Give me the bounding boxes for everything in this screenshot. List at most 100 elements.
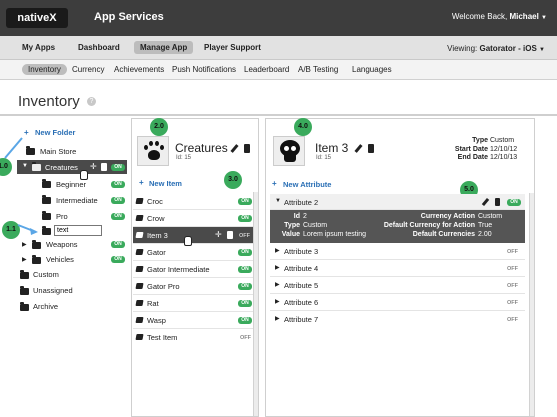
status-badge[interactable]: OFF [507, 266, 518, 272]
list-item-gator-intermediate[interactable]: Gator Intermediate ON [133, 261, 253, 278]
chevron-down-icon: ▼ [541, 15, 547, 21]
plus-icon: + [139, 178, 144, 187]
status-badge[interactable]: ON [111, 181, 125, 188]
trash-icon[interactable] [368, 144, 374, 153]
cursor-hand-icon [80, 170, 88, 180]
move-icon[interactable]: ✛ [215, 230, 222, 239]
tree-item-archive[interactable]: Archive [33, 302, 58, 311]
expand-icon[interactable]: ▶ [22, 241, 27, 248]
start-date-value: 12/10/12 [489, 145, 518, 153]
app-selector[interactable]: Viewing: Gatorator - iOS ▼ [447, 44, 545, 53]
status-badge[interactable]: ON [238, 283, 252, 290]
items-scrollbar[interactable] [253, 192, 258, 416]
tab-achievements[interactable]: Achievements [108, 64, 170, 75]
item-label: Gator [147, 248, 166, 257]
expand-icon[interactable]: ▶ [275, 281, 280, 288]
attr-value-key: Value [281, 231, 300, 238]
default-currency-value: True [478, 222, 493, 229]
status-badge[interactable]: ON [507, 199, 521, 206]
nav-player-support[interactable]: Player Support [198, 41, 267, 54]
nav-my-apps[interactable]: My Apps [16, 41, 61, 54]
status-badge[interactable]: OFF [239, 233, 250, 239]
list-item-item-3[interactable]: Item 3 ✛ OFF [133, 227, 253, 244]
tab-languages[interactable]: Languages [346, 64, 398, 75]
tag-icon [135, 334, 144, 340]
collapse-icon[interactable]: ▼ [275, 198, 281, 204]
nav-manage-app[interactable]: Manage App [134, 41, 194, 54]
tab-inventory[interactable]: Inventory [22, 64, 67, 75]
tree-item-vehicles[interactable]: Vehicles [46, 255, 74, 264]
status-badge[interactable]: ON [238, 198, 252, 205]
status-badge[interactable]: ON [111, 256, 125, 263]
status-badge[interactable]: ON [111, 197, 125, 204]
callout-badge-3-0: 3.0 [224, 171, 242, 189]
attribute-row-2[interactable]: ▼ Attribute 2 ON [270, 194, 525, 210]
status-badge[interactable]: ON [238, 317, 252, 324]
help-icon[interactable]: ? [87, 97, 96, 106]
detail-scrollbar[interactable] [529, 193, 534, 416]
trash-icon[interactable] [101, 163, 107, 171]
nav-dashboard[interactable]: Dashboard [72, 41, 126, 54]
expand-icon[interactable]: ▶ [275, 298, 280, 305]
list-item-test-item[interactable]: Test Item OFF [133, 329, 253, 346]
folder-icon [20, 270, 29, 279]
trash-icon[interactable] [244, 144, 250, 153]
status-badge[interactable]: ON [238, 266, 252, 273]
new-folder-input[interactable] [54, 225, 102, 236]
attribute-row-5[interactable]: ▶ Attribute 5 OFF [270, 277, 525, 294]
attribute-row-6[interactable]: ▶ Attribute 6 OFF [270, 294, 525, 311]
secondary-nav: Inventory Currency Achievements Push Not… [0, 60, 557, 80]
expand-icon[interactable]: ▶ [275, 247, 280, 254]
attribute-row-7[interactable]: ▶ Attribute 7 OFF [270, 311, 525, 328]
welcome-message[interactable]: Welcome Back, Michael ▼ [452, 12, 547, 21]
item-label: Crow [147, 214, 165, 223]
trash-icon[interactable] [227, 231, 233, 239]
status-badge[interactable]: ON [238, 300, 252, 307]
attr-value-value: Lorem ipsum testing [303, 231, 367, 238]
trash-icon[interactable] [495, 198, 500, 206]
list-item-gator[interactable]: Gator ON [133, 244, 253, 261]
tab-ab-testing[interactable]: A/B Testing [292, 64, 344, 75]
new-attribute-link[interactable]: New Attribute [283, 180, 331, 189]
new-item-link[interactable]: New Item [149, 179, 182, 188]
end-date-value: 12/10/13 [489, 154, 518, 161]
status-badge[interactable]: ON [238, 215, 252, 222]
tag-icon [135, 215, 144, 221]
status-badge[interactable]: ON [111, 241, 125, 248]
tab-push-notifications[interactable]: Push Notifications [166, 64, 242, 75]
nativex-logo[interactable]: nativeX [6, 8, 68, 28]
status-badge[interactable]: OFF [507, 249, 518, 255]
paw-icon [137, 136, 169, 166]
expand-icon[interactable]: ▶ [22, 256, 27, 263]
attr-id-key: Id [293, 213, 300, 220]
tree-item-pro[interactable]: Pro [56, 212, 68, 221]
default-currencies-key: Default Currencies [412, 231, 475, 238]
status-badge[interactable]: OFF [507, 283, 518, 289]
edit-icon[interactable] [481, 197, 490, 207]
status-badge[interactable]: ON [238, 249, 252, 256]
status-badge[interactable]: ON [111, 164, 125, 171]
tree-item-custom[interactable]: Custom [33, 270, 59, 279]
tree-item-unassigned[interactable]: Unassigned [33, 286, 73, 295]
status-badge[interactable]: OFF [240, 335, 251, 341]
list-item-crow[interactable]: Crow ON [133, 210, 253, 227]
list-item-croc[interactable]: Croc ON [133, 193, 253, 210]
tree-item-intermediate[interactable]: Intermediate [56, 196, 98, 205]
list-item-wasp[interactable]: Wasp ON [133, 312, 253, 329]
status-badge[interactable]: OFF [507, 300, 518, 306]
list-item-gator-pro[interactable]: Gator Pro ON [133, 278, 253, 295]
expand-icon[interactable]: ▶ [275, 315, 280, 322]
top-bar: nativeX App Services Welcome Back, Micha… [0, 0, 557, 36]
expand-icon[interactable]: ▶ [275, 264, 280, 271]
status-badge[interactable]: ON [111, 213, 125, 220]
tree-item-beginner[interactable]: Beginner [56, 180, 86, 189]
attribute-row-3[interactable]: ▶ Attribute 3 OFF [270, 243, 525, 260]
tab-currency[interactable]: Currency [66, 64, 110, 75]
move-icon[interactable]: ✛ [90, 162, 97, 171]
item-label: Wasp [147, 316, 166, 325]
attribute-row-4[interactable]: ▶ Attribute 4 OFF [270, 260, 525, 277]
status-badge[interactable]: OFF [507, 317, 518, 323]
tree-item-weapons[interactable]: Weapons [46, 240, 78, 249]
tab-leaderboard[interactable]: Leaderboard [238, 64, 295, 75]
list-item-rat[interactable]: Rat ON [133, 295, 253, 312]
